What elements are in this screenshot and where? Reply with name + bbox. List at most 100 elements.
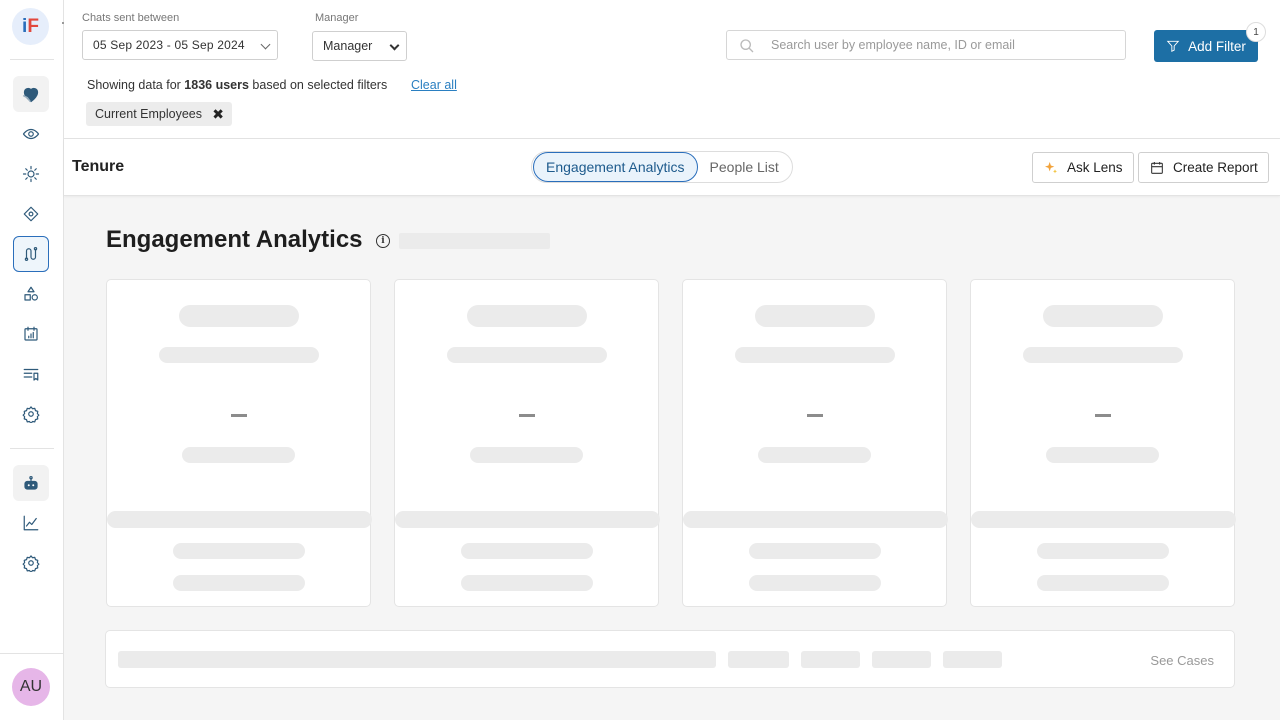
loading-placeholder xyxy=(943,651,1002,668)
filter-count-badge: 1 xyxy=(1246,22,1266,42)
loading-placeholder xyxy=(107,511,372,528)
sidebar-item-diamond[interactable] xyxy=(13,196,49,232)
search-box xyxy=(726,30,1126,60)
heart-icon xyxy=(22,87,39,103)
loading-placeholder xyxy=(971,511,1236,528)
showing-summary: Showing data for 1836 users based on sel… xyxy=(87,78,388,92)
tab-engagement-analytics[interactable]: Engagement Analytics xyxy=(533,152,698,182)
calendar-icon xyxy=(24,326,38,341)
diamond-icon xyxy=(23,206,39,222)
loading-placeholder xyxy=(182,447,295,463)
sidebar-item-eye[interactable] xyxy=(13,116,49,152)
sidebar-item-journey[interactable] xyxy=(13,236,49,272)
app-logo[interactable]: iF xyxy=(12,8,49,45)
sidebar-item-calendar[interactable] xyxy=(13,316,49,352)
loading-placeholder xyxy=(447,347,607,363)
create-report-button[interactable]: Create Report xyxy=(1138,152,1269,183)
date-range-value: 05 Sep 2023 - 05 Sep 2024 xyxy=(93,38,245,52)
loading-placeholder xyxy=(1037,543,1169,559)
loading-placeholder xyxy=(749,543,881,559)
info-icon[interactable]: i xyxy=(376,234,390,248)
filter-header: Chats sent between 05 Sep 2023 - 05 Sep … xyxy=(64,0,1280,139)
metric-value xyxy=(807,414,823,417)
add-filter-button[interactable]: Add Filter xyxy=(1154,30,1258,62)
sidebar: iF AU xyxy=(0,0,66,720)
loading-placeholder xyxy=(728,651,789,668)
sidebar-item-sun[interactable] xyxy=(13,156,49,192)
metric-card xyxy=(970,279,1236,607)
loading-placeholder xyxy=(395,511,660,528)
route-icon xyxy=(24,247,38,261)
gear-icon xyxy=(22,406,40,423)
sidebar-item-bot[interactable] xyxy=(13,465,49,501)
loading-placeholder xyxy=(1023,347,1183,363)
user-count: 1836 users xyxy=(184,78,249,92)
add-filter-label: Add Filter xyxy=(1188,38,1246,54)
chart-line-icon xyxy=(23,515,39,531)
calendar-icon xyxy=(1151,161,1163,174)
metric-value xyxy=(1095,414,1111,417)
eye-icon xyxy=(22,128,40,140)
chevron-down-icon xyxy=(260,39,271,50)
list-icon xyxy=(23,368,39,381)
view-tabs: Engagement Analytics People List xyxy=(531,151,793,183)
loading-placeholder xyxy=(159,347,319,363)
loading-placeholder xyxy=(461,543,593,559)
filter-icon xyxy=(1166,40,1180,53)
close-icon[interactable]: ✖ xyxy=(212,107,224,121)
sidebar-item-settings[interactable] xyxy=(13,396,49,432)
date-range-select[interactable]: 05 Sep 2023 - 05 Sep 2024 xyxy=(82,30,278,60)
cases-bar: See Cases xyxy=(105,630,1235,688)
tab-people-list[interactable]: People List xyxy=(698,152,791,182)
ask-lens-button[interactable]: Ask Lens xyxy=(1032,152,1134,183)
search-icon xyxy=(740,39,754,53)
sidebar-item-heart[interactable] xyxy=(13,76,49,112)
robot-icon xyxy=(24,476,38,490)
sidebar-divider xyxy=(10,448,54,449)
loading-placeholder xyxy=(173,543,305,559)
metric-card xyxy=(682,279,948,607)
date-range-label: Chats sent between xyxy=(82,12,180,24)
sidebar-item-settings-secondary[interactable] xyxy=(13,545,49,581)
page-title: Tenure xyxy=(72,158,125,175)
loading-placeholder xyxy=(755,305,875,327)
chevron-down-icon xyxy=(389,40,400,51)
shapes-icon xyxy=(24,286,38,301)
filter-chip-current-employees: Current Employees ✖ xyxy=(86,102,232,126)
loading-placeholder xyxy=(872,651,931,668)
loading-placeholder xyxy=(461,575,593,591)
loading-placeholder xyxy=(399,233,550,249)
metric-value xyxy=(231,414,247,417)
sidebar-divider xyxy=(10,59,54,60)
sidebar-divider xyxy=(0,653,64,654)
gear-icon xyxy=(22,555,40,572)
section-header: Tenure Engagement Analytics People List … xyxy=(64,139,1280,196)
sidebar-item-list[interactable] xyxy=(13,356,49,392)
loading-placeholder xyxy=(1046,447,1159,463)
loading-placeholder xyxy=(467,305,587,327)
sidebar-item-org[interactable] xyxy=(13,276,49,312)
create-report-label: Create Report xyxy=(1173,160,1258,175)
loading-placeholder xyxy=(758,447,871,463)
sidebar-item-analytics[interactable] xyxy=(13,505,49,541)
loading-placeholder xyxy=(749,575,881,591)
manager-select[interactable]: Manager xyxy=(312,31,407,61)
avatar[interactable]: AU xyxy=(12,668,50,706)
manager-label: Manager xyxy=(315,12,359,24)
loading-placeholder xyxy=(683,511,948,528)
loading-placeholder xyxy=(801,651,860,668)
manager-value: Manager xyxy=(323,39,373,53)
section-title: Engagement Analytics xyxy=(106,226,363,253)
loading-placeholder xyxy=(1037,575,1169,591)
metric-card xyxy=(106,279,372,607)
loading-placeholder xyxy=(470,447,583,463)
metric-value xyxy=(519,414,535,417)
search-input[interactable] xyxy=(771,31,1111,59)
loading-placeholder xyxy=(1043,305,1163,327)
sparkle-icon xyxy=(1045,161,1057,173)
clear-all-link[interactable]: Clear all xyxy=(411,78,457,92)
see-cases-link[interactable]: See Cases xyxy=(1150,653,1214,668)
metric-card xyxy=(394,279,660,607)
loading-placeholder xyxy=(173,575,305,591)
loading-placeholder xyxy=(118,651,716,668)
